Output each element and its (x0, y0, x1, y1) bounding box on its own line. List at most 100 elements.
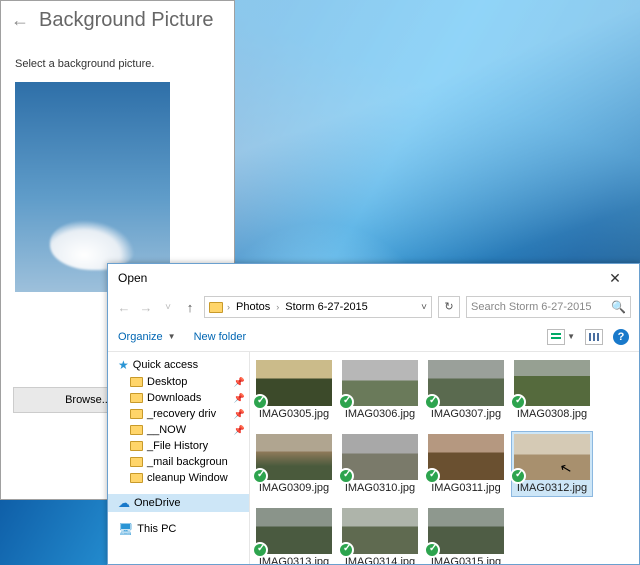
panel-title: Background Picture (39, 9, 214, 32)
nav-back-icon[interactable]: ← (116, 300, 132, 315)
file-name: IMAG0314.jpg (345, 556, 415, 564)
dialog-titlebar[interactable]: Open ✕ (108, 264, 639, 292)
thumbnail-image (256, 360, 332, 406)
file-name: IMAG0313.jpg (259, 556, 329, 564)
folder-icon (130, 441, 143, 451)
tree-item-label: cleanup Window (147, 472, 228, 484)
nav-up-icon[interactable]: ↑ (182, 300, 198, 315)
tree-item-label: _recovery driv (147, 408, 216, 420)
tree-item[interactable]: __NOW 📌 (108, 422, 249, 438)
thumbnail-image (428, 434, 504, 480)
file-thumbnail[interactable]: IMAG0308.jpg (512, 358, 592, 422)
folder-icon (130, 457, 143, 467)
back-icon[interactable]: ← (11, 10, 29, 31)
file-thumbnail[interactable]: IMAG0305.jpg (254, 358, 334, 422)
thumbnail-image (428, 508, 504, 554)
thumbnail-image (256, 434, 332, 480)
folder-icon (130, 425, 143, 435)
file-thumbnail[interactable]: IMAG0313.jpg (254, 506, 334, 564)
folder-icon (130, 409, 143, 419)
tree-item-label: _File History (147, 440, 208, 452)
tree-item[interactable]: _recovery driv 📌 (108, 406, 249, 422)
view-large-button[interactable]: ▼ (547, 329, 575, 345)
file-thumbnail[interactable]: IMAG0311.jpg (426, 432, 506, 496)
file-thumbnail[interactable]: IMAG0310.jpg (340, 432, 420, 496)
chevron-right-icon: › (276, 302, 279, 312)
file-name: IMAG0305.jpg (259, 408, 329, 420)
file-name: IMAG0311.jpg (431, 482, 501, 494)
thumbnail-image (514, 434, 590, 480)
file-thumbnail[interactable]: IMAG0309.jpg (254, 432, 334, 496)
help-icon[interactable]: ? (613, 329, 629, 345)
open-file-dialog: Open ✕ ← → ˅ ↑ › Photos › Storm 6-27-201… (107, 263, 640, 565)
thumbnail-image (342, 360, 418, 406)
nav-forward-icon[interactable]: → (138, 300, 154, 315)
tree-item[interactable]: Desktop 📌 (108, 374, 249, 390)
thumbnail-image (256, 508, 332, 554)
tree-this-pc[interactable]: 🖥 This PC (108, 520, 249, 538)
sync-check-icon (338, 394, 354, 410)
folder-icon (209, 302, 223, 313)
nav-recent-dropdown[interactable]: ˅ (160, 302, 176, 313)
panel-subtitle: Select a background picture. (1, 40, 234, 82)
chevron-down-icon: ▼ (168, 332, 176, 341)
chevron-down-icon: ▼ (567, 332, 575, 341)
sync-check-icon (252, 542, 268, 558)
tree-item-label: __NOW (147, 424, 186, 436)
tree-item[interactable]: _mail backgroun (108, 454, 249, 470)
breadcrumb-item[interactable]: Photos (234, 301, 272, 313)
file-name: IMAG0315.jpg (431, 556, 501, 564)
file-name: IMAG0309.jpg (259, 482, 329, 494)
sync-check-icon (510, 394, 526, 410)
sync-check-icon (252, 468, 268, 484)
folder-icon (130, 377, 143, 387)
monitor-icon: 🖥 (118, 522, 133, 536)
address-dropdown-icon[interactable]: ˅ (421, 302, 427, 313)
file-name: IMAG0308.jpg (517, 408, 587, 420)
file-name: IMAG0310.jpg (345, 482, 415, 494)
search-placeholder: Search Storm 6-27-2015 (471, 301, 591, 313)
tree-item[interactable]: cleanup Window (108, 470, 249, 486)
sync-check-icon (424, 542, 440, 558)
search-icon: 🔍 (611, 300, 626, 314)
search-input[interactable]: Search Storm 6-27-2015 🔍 (466, 296, 631, 318)
file-thumbnail[interactable]: IMAG0307.jpg (426, 358, 506, 422)
tree-onedrive[interactable]: ☁ OneDrive (108, 494, 249, 512)
new-folder-button[interactable]: New folder (194, 331, 247, 343)
sync-check-icon (510, 468, 526, 484)
file-name: IMAG0306.jpg (345, 408, 415, 420)
folder-icon (130, 393, 143, 403)
organize-menu[interactable]: Organize ▼ (118, 331, 176, 343)
sync-check-icon (424, 468, 440, 484)
navigation-tree: ★ Quick access Desktop📌Downloads📌_recove… (108, 352, 250, 564)
sync-check-icon (424, 394, 440, 410)
thumbnail-image (514, 360, 590, 406)
file-thumbnail[interactable]: IMAG0306.jpg (340, 358, 420, 422)
sync-check-icon (252, 394, 268, 410)
tree-quick-access[interactable]: ★ Quick access (108, 356, 249, 374)
thumbnail-image (428, 360, 504, 406)
tree-item-label: Desktop (147, 376, 187, 388)
view-preview-button[interactable] (585, 329, 603, 345)
tree-item[interactable]: Downloads 📌 (108, 390, 249, 406)
refresh-icon[interactable]: ↻ (438, 296, 460, 318)
tree-item-label: Downloads (147, 392, 201, 404)
file-thumbnail[interactable]: IMAG0314.jpg (340, 506, 420, 564)
background-preview[interactable] (15, 82, 170, 292)
file-thumbnail[interactable]: IMAG0312.jpg↖ (512, 432, 592, 496)
sync-check-icon (338, 468, 354, 484)
close-icon[interactable]: ✕ (595, 270, 635, 287)
chevron-right-icon: › (227, 302, 230, 312)
address-bar[interactable]: › Photos › Storm 6-27-2015 ˅ (204, 296, 432, 318)
tree-item[interactable]: _File History (108, 438, 249, 454)
file-name: IMAG0312.jpg (517, 482, 587, 494)
pin-icon: 📌 (234, 409, 245, 420)
file-list[interactable]: IMAG0305.jpgIMAG0306.jpgIMAG0307.jpgIMAG… (250, 352, 639, 564)
pin-icon: 📌 (234, 393, 245, 404)
pin-icon: 📌 (234, 377, 245, 388)
breadcrumb-item[interactable]: Storm 6-27-2015 (283, 301, 370, 313)
pin-icon: 📌 (234, 425, 245, 436)
dialog-title: Open (118, 271, 147, 285)
file-thumbnail[interactable]: IMAG0315.jpg (426, 506, 506, 564)
tree-item-label: _mail backgroun (147, 456, 228, 468)
